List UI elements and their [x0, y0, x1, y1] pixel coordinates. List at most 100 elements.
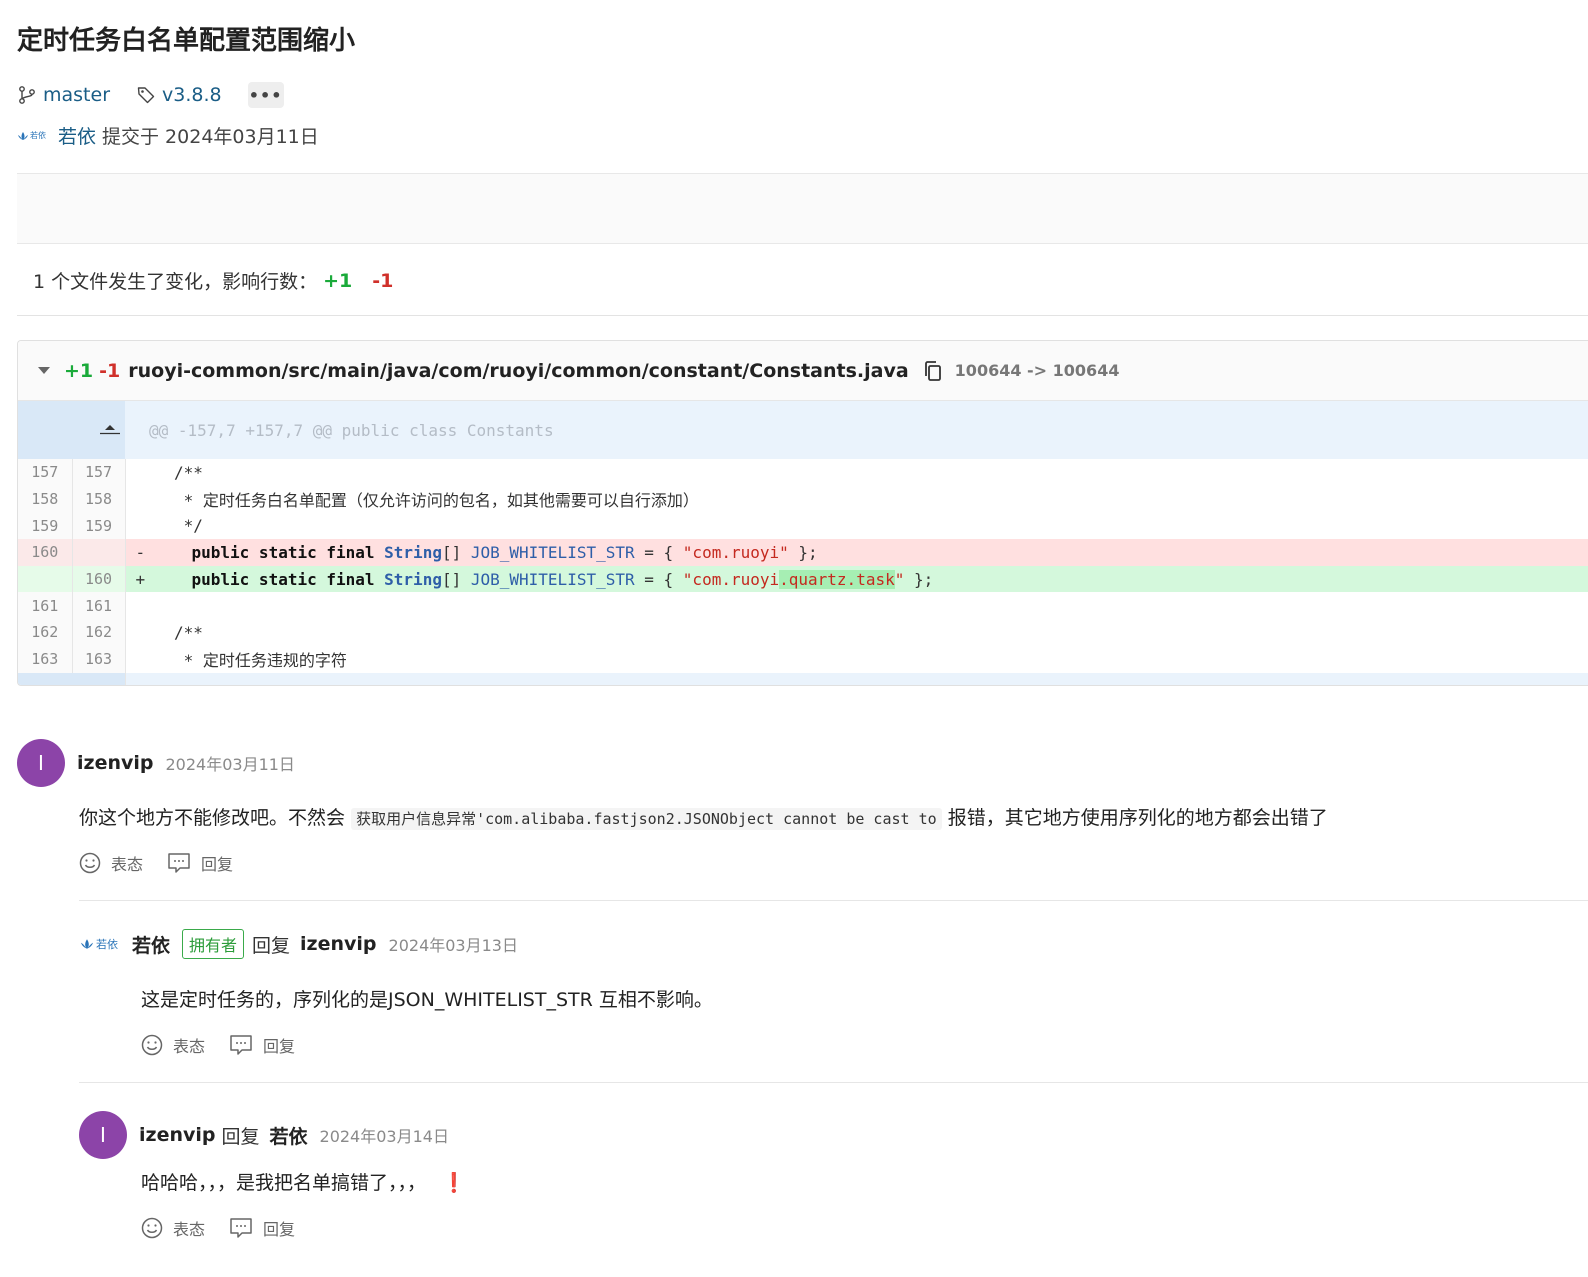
old-line-number[interactable]: 161: [18, 592, 73, 620]
diff-line: 161 161: [18, 592, 1588, 620]
file-additions: +1: [64, 359, 94, 382]
hunk-header: @@ -157,7 +157,7 @@ public class Constan…: [125, 401, 1588, 459]
commit-author-line: 若依 若依 提交于 2024年03月11日: [17, 122, 319, 149]
lotus-icon: [81, 939, 93, 949]
reply-word: 回复: [252, 934, 291, 957]
new-line-number[interactable]: 157: [72, 459, 126, 486]
comment-user[interactable]: 若依: [132, 931, 170, 958]
diff-table: @@ -157,7 +157,7 @@ public class Constan…: [18, 401, 1588, 685]
reply-to-user[interactable]: 若依: [270, 1122, 308, 1149]
new-line-number[interactable]: 158: [72, 485, 126, 513]
new-line-number[interactable]: 161: [72, 592, 126, 620]
file-mode-change: 100644 -> 100644: [954, 361, 1120, 380]
file-path[interactable]: ruoyi-common/src/main/java/com/ruoyi/com…: [128, 360, 908, 382]
commit-title: 定时任务白名单配置范围缩小: [17, 26, 356, 56]
react-button[interactable]: 表态: [141, 1216, 205, 1240]
comment-actions: 表态 回复: [141, 1216, 319, 1240]
avatar[interactable]: 若依: [79, 936, 118, 952]
line-code: * 定时任务白名单配置（仅允许访问的包名，如其他需要可以自行添加）: [135, 491, 699, 511]
new-line-number[interactable]: 160: [72, 565, 126, 593]
commit-refs: master v3.8.8 •••: [17, 80, 284, 110]
lotus-icon: [18, 131, 28, 140]
line-code: - public static final String[] JOB_WHITEL…: [125, 539, 1588, 566]
old-line-number[interactable]: 157: [18, 459, 73, 486]
comment-body: 你这个地方不能修改吧。不然会 获取用户信息异常'com.alibaba.fast…: [79, 807, 1328, 830]
comment-icon: [230, 1218, 252, 1238]
branch-icon: [19, 86, 35, 104]
diff-line: 159 159 */: [18, 512, 1588, 540]
new-line-number[interactable]: [72, 539, 126, 566]
old-line-number[interactable]: 160: [18, 539, 73, 566]
old-line-number[interactable]: 162: [18, 619, 73, 646]
commit-date: 提交于 2024年03月11日: [102, 126, 319, 148]
comment-user[interactable]: izenvip: [77, 752, 153, 774]
comment-user[interactable]: izenvip: [139, 1124, 215, 1146]
old-line-number[interactable]: 158: [18, 485, 73, 513]
smiley-icon: [141, 1034, 163, 1056]
line-code: + public static final String[] JOB_WHITEL…: [125, 565, 1588, 593]
hunk-header-row: @@ -157,7 +157,7 @@ public class Constan…: [18, 401, 1588, 459]
added-line: 160 + public static final String[] JOB_WH…: [18, 565, 1588, 593]
commit-message-box: [17, 173, 1588, 244]
line-code: /**: [135, 462, 203, 482]
diff-line: 162 162 /**: [18, 619, 1588, 646]
author-logo: 若依: [17, 130, 46, 141]
reply-word: 回复: [221, 1125, 260, 1148]
deleted-line: 160 - public static final String[] JOB_WH…: [18, 539, 1588, 566]
line-code: * 定时任务违规的字符: [135, 651, 347, 671]
line-code: [125, 592, 1588, 619]
diff-file-header: +1 -1 ruoyi-common/src/main/java/com/ruo…: [18, 341, 1588, 401]
new-line-number[interactable]: 162: [72, 619, 126, 646]
diff-line: 163 163 * 定时任务违规的字符: [18, 645, 1588, 673]
reply-to-user[interactable]: izenvip: [300, 933, 376, 955]
react-button[interactable]: 表态: [141, 1033, 205, 1057]
divider: [17, 315, 1588, 316]
divider: [79, 900, 1588, 901]
diff-stats: 1 个文件发生了变化，影响行数： +1 -1: [33, 267, 393, 294]
diff-line: 157 157 /**: [18, 459, 1588, 486]
diff-stats-text: 1 个文件发生了变化，影响行数：: [33, 271, 318, 293]
reply-button[interactable]: 回复: [229, 1216, 295, 1240]
owner-badge: 拥有者: [182, 929, 245, 959]
avatar[interactable]: I: [79, 1111, 127, 1159]
comment-icon: [168, 853, 190, 873]
new-line-number[interactable]: 159: [72, 512, 126, 540]
old-line-number[interactable]: 163: [18, 645, 73, 673]
exclamation-emoji: ❗: [442, 1172, 466, 1194]
comment-actions: 表态 回复: [79, 851, 257, 875]
comment-date: 2024年03月14日: [319, 1127, 449, 1146]
copy-path-icon[interactable]: [923, 360, 943, 382]
diff-line: 158 158 * 定时任务白名单配置（仅允许访问的包名，如其他需要可以自行添加…: [18, 485, 1588, 513]
expand-up-button[interactable]: [18, 401, 125, 459]
old-line-number[interactable]: 159: [18, 512, 73, 540]
tag-link[interactable]: v3.8.8: [136, 84, 222, 106]
comment-body: 这是定时任务的，序列化的是JSON_WHITELIST_STR 互相不影响。: [141, 989, 713, 1011]
branch-link[interactable]: master: [17, 84, 110, 106]
smiley-icon: [141, 1217, 163, 1239]
author-link[interactable]: 若依: [58, 122, 96, 149]
react-button[interactable]: 表态: [79, 851, 143, 875]
file-deletions: -1: [99, 359, 121, 382]
more-button[interactable]: •••: [247, 82, 284, 108]
comment-date: 2024年03月11日: [165, 755, 295, 774]
comment: I izenvip 2024年03月11日: [17, 739, 295, 787]
hunk-footer-row: [18, 672, 1588, 685]
diff-sign: +: [135, 569, 146, 589]
diff-file: +1 -1 ruoyi-common/src/main/java/com/ruo…: [17, 340, 1588, 686]
expand-down-button[interactable]: [18, 672, 126, 685]
collapse-caret-icon[interactable]: [38, 367, 50, 374]
line-code: /**: [135, 622, 203, 642]
old-line-number[interactable]: [18, 565, 73, 593]
new-line-number[interactable]: 163: [72, 645, 126, 673]
comment: I izenvip 回复 若依 2024年03月14日: [79, 1111, 449, 1159]
branch-name: master: [43, 84, 111, 106]
divider: [79, 1082, 1588, 1083]
inline-code: 获取用户信息异常'com.alibaba.fastjson2.JSONObjec…: [351, 808, 942, 830]
comment-body: 哈哈哈，，，是我把名单搞错了，，， ❗: [141, 1172, 466, 1194]
line-code: */: [135, 516, 203, 536]
stats-deletions: -1: [372, 269, 394, 292]
reply-button[interactable]: 回复: [229, 1033, 295, 1057]
tag-icon: [137, 87, 155, 104]
avatar[interactable]: I: [17, 739, 65, 787]
reply-button[interactable]: 回复: [167, 851, 233, 875]
